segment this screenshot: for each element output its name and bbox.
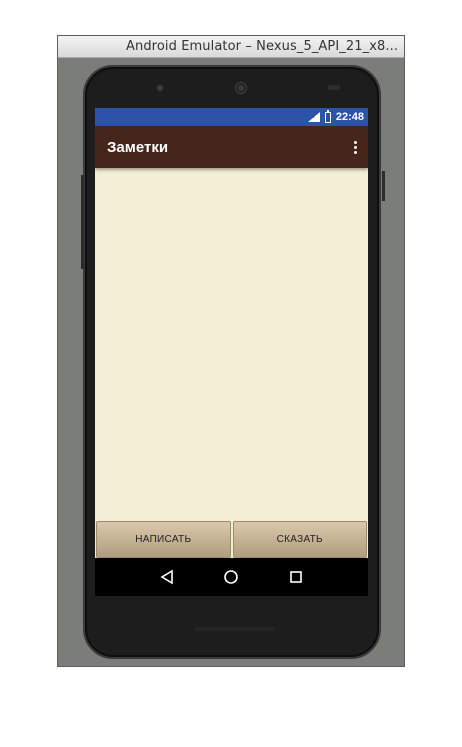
- front-camera: [235, 82, 247, 94]
- write-button-label: НАПИСАТЬ: [135, 534, 192, 545]
- volume-button[interactable]: [81, 175, 84, 269]
- signal-icon: 4G: [307, 112, 320, 122]
- notes-content-area[interactable]: [95, 168, 368, 521]
- write-button[interactable]: НАПИСАТЬ: [96, 521, 231, 558]
- device-screen: 4G 22:48 Заметки НАПИСАТЬ СКАЗАТЬ: [95, 108, 368, 596]
- window-titlebar[interactable]: Android Emulator – Nexus_5_API_21_x8...: [58, 36, 404, 58]
- home-icon[interactable]: [221, 567, 241, 587]
- bottom-speaker: [195, 627, 275, 631]
- window-title: Android Emulator – Nexus_5_API_21_x8...: [126, 39, 399, 54]
- network-label: 4G: [308, 114, 315, 120]
- navigation-bar: [95, 558, 368, 596]
- power-button[interactable]: [382, 171, 385, 201]
- back-icon[interactable]: [157, 567, 177, 587]
- speak-button-label: СКАЗАТЬ: [276, 534, 323, 545]
- speak-button[interactable]: СКАЗАТЬ: [232, 521, 367, 558]
- proximity-sensor: [328, 85, 340, 90]
- emulator-window: Android Emulator – Nexus_5_API_21_x8... …: [57, 35, 405, 667]
- battery-icon: [324, 109, 331, 123]
- recents-icon[interactable]: [286, 567, 306, 587]
- button-row: НАПИСАТЬ СКАЗАТЬ: [95, 521, 368, 558]
- action-bar: Заметки: [95, 126, 368, 168]
- overflow-menu-icon[interactable]: [350, 138, 360, 156]
- phone-frame: 4G 22:48 Заметки НАПИСАТЬ СКАЗАТЬ: [81, 65, 385, 659]
- app-title: Заметки: [107, 138, 169, 156]
- status-time: 22:48: [335, 111, 364, 123]
- status-bar: 4G 22:48: [95, 108, 368, 126]
- front-sensor: [157, 85, 163, 91]
